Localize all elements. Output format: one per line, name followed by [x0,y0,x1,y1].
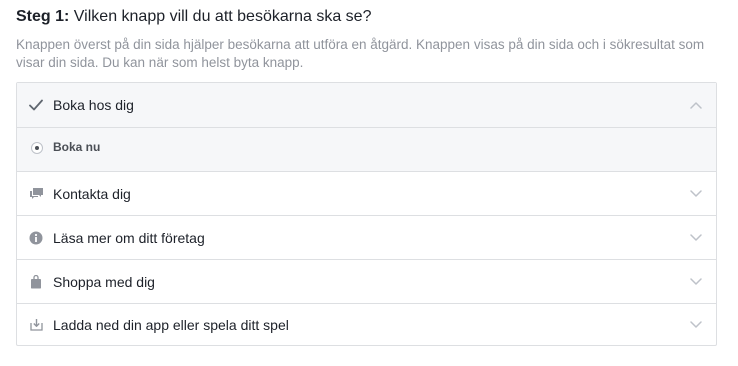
step-description: Knappen överst på din sida hjälper besök… [16,37,705,70]
option-learn-more[interactable]: Läsa mer om ditt företag [17,215,716,259]
option-label: Shoppa med dig [53,273,155,290]
chevron-down-icon[interactable] [689,231,703,245]
option-label: Ladda ned din app eller spela ditt spel [53,316,289,333]
option-label: Läsa mer om ditt företag [53,229,205,246]
checkmark-icon [28,97,44,113]
step-heading: Steg 1: Vilken knapp vill du att besökar… [16,7,371,27]
chat-bubbles-icon [28,186,44,202]
step-label: Steg 1: [16,8,70,25]
option-shop-with-you[interactable]: Shoppa med dig [17,259,716,303]
option-download-app[interactable]: Ladda ned din app eller spela ditt spel [17,303,716,345]
download-icon [28,317,44,333]
chevron-down-icon[interactable] [689,318,703,332]
step-question: Vilken knapp vill du att besökarna ska s… [73,8,372,25]
shopping-bag-icon [28,274,44,290]
info-icon [28,230,44,246]
button-options-panel: Boka hos dig Boka nu Kontakta dig Läsa m… [16,82,717,346]
book-now-radio[interactable] [31,142,43,154]
suboption-book-now[interactable]: Boka nu [17,127,716,171]
option-label: Kontakta dig [53,185,131,202]
suboption-label: Boka nu [53,140,101,154]
chevron-down-icon[interactable] [689,187,703,201]
option-contact-you[interactable]: Kontakta dig [17,171,716,215]
option-book-with-you[interactable]: Boka hos dig [17,83,716,127]
chevron-up-icon[interactable] [689,98,703,112]
option-label: Boka hos dig [53,97,134,113]
chevron-down-icon[interactable] [689,275,703,289]
